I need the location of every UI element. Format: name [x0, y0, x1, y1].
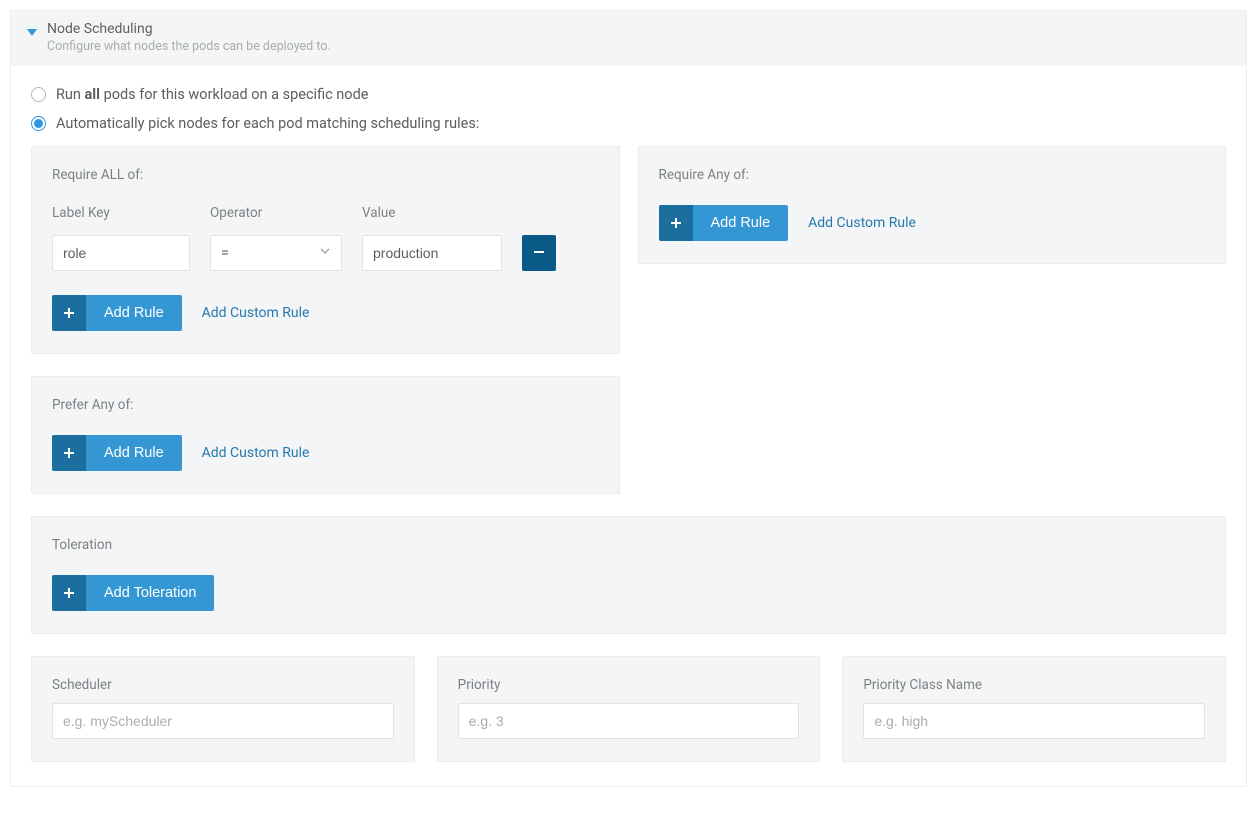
add-custom-rule-link[interactable]: Add Custom Rule — [808, 215, 916, 231]
value-heading: Value — [362, 205, 502, 221]
add-rule-button[interactable]: Add Rule — [52, 295, 182, 331]
prefer-any-box: Prefer Any of: Add Rule Add Custom Rule — [31, 376, 620, 494]
rule-row: Label Key Operator = — [52, 205, 599, 271]
priority-box: Priority — [437, 656, 821, 762]
plus-icon — [659, 205, 693, 241]
collapse-caret-icon[interactable] — [27, 27, 37, 37]
require-all-title: Require ALL of: — [52, 167, 599, 183]
radio-icon[interactable] — [31, 116, 46, 131]
radio-label: Run all pods for this workload on a spec… — [56, 86, 368, 103]
add-toleration-button[interactable]: Add Toleration — [52, 575, 214, 611]
scheduler-label: Scheduler — [52, 677, 394, 693]
require-any-box: Require Any of: Add Rule Add Custom Rule — [638, 146, 1227, 264]
label-key-heading: Label Key — [52, 205, 190, 221]
scheduler-input[interactable] — [52, 703, 394, 739]
minus-icon — [533, 246, 545, 261]
plus-icon — [52, 435, 86, 471]
priority-class-label: Priority Class Name — [863, 677, 1205, 693]
panel-title: Node Scheduling — [47, 21, 331, 37]
add-custom-rule-link[interactable]: Add Custom Rule — [202, 445, 310, 461]
label-key-input[interactable] — [52, 235, 190, 271]
chevron-down-icon — [319, 245, 331, 261]
plus-icon — [52, 295, 86, 331]
priority-input[interactable] — [458, 703, 800, 739]
radio-specific-node[interactable]: Run all pods for this workload on a spec… — [31, 86, 1226, 103]
operator-select[interactable]: = — [210, 235, 342, 271]
panel-body: Run all pods for this workload on a spec… — [11, 66, 1246, 786]
operator-value: = — [221, 245, 229, 261]
plus-icon — [52, 575, 86, 611]
operator-heading: Operator — [210, 205, 342, 221]
add-custom-rule-link[interactable]: Add Custom Rule — [202, 305, 310, 321]
panel-header[interactable]: Node Scheduling Configure what nodes the… — [11, 11, 1246, 66]
scheduler-box: Scheduler — [31, 656, 415, 762]
require-any-title: Require Any of: — [659, 167, 1206, 183]
radio-icon[interactable] — [31, 87, 46, 102]
require-all-box: Require ALL of: Label Key Operator = — [31, 146, 620, 354]
radio-label: Automatically pick nodes for each pod ma… — [56, 115, 479, 132]
node-scheduling-panel: Node Scheduling Configure what nodes the… — [10, 10, 1247, 787]
priority-class-box: Priority Class Name — [842, 656, 1226, 762]
radio-auto-rules[interactable]: Automatically pick nodes for each pod ma… — [31, 115, 1226, 132]
prefer-any-title: Prefer Any of: — [52, 397, 599, 413]
value-input[interactable] — [362, 235, 502, 271]
panel-subtitle: Configure what nodes the pods can be dep… — [47, 39, 331, 54]
toleration-title: Toleration — [52, 537, 1205, 553]
priority-class-input[interactable] — [863, 703, 1205, 739]
add-rule-button[interactable]: Add Rule — [52, 435, 182, 471]
remove-rule-button[interactable] — [522, 235, 556, 271]
toleration-box: Toleration Add Toleration — [31, 516, 1226, 634]
priority-label: Priority — [458, 677, 800, 693]
add-rule-button[interactable]: Add Rule — [659, 205, 789, 241]
